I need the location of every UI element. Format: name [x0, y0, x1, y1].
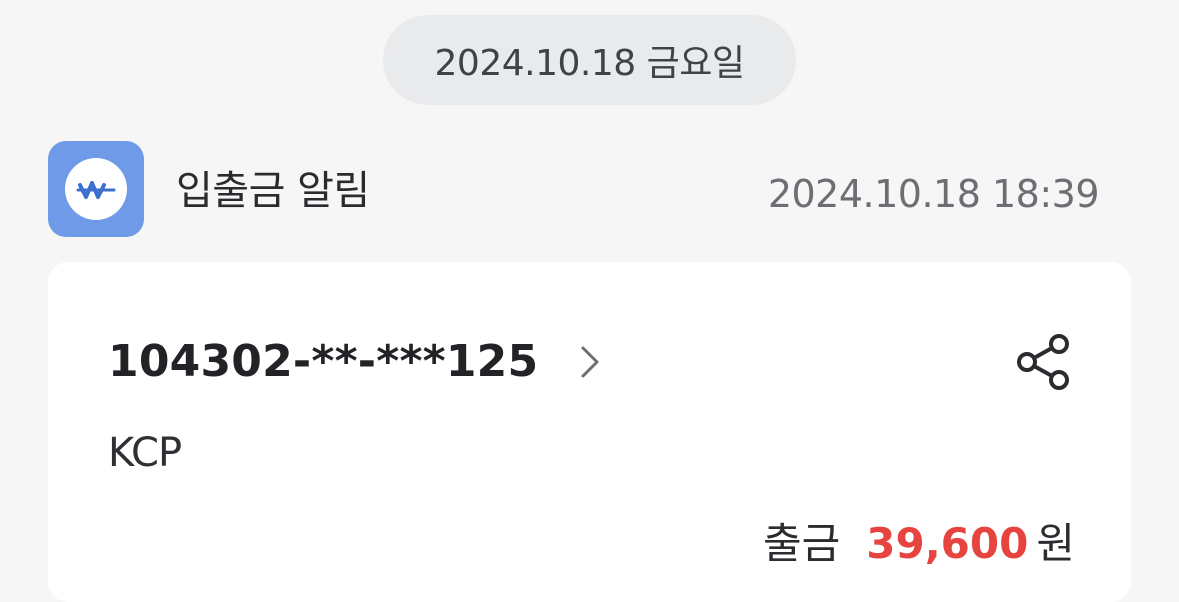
sender-avatar[interactable] — [48, 141, 144, 237]
message-timestamp: 2024.10.18 18:39 — [767, 172, 1100, 216]
notification-card[interactable]: 104302-**-***125 KCP 출금 39,600 원 — [48, 262, 1131, 602]
share-icon[interactable] — [1013, 332, 1073, 392]
account-link[interactable]: 104302-**-***125 — [108, 336, 604, 387]
date-separator: 2024.10.18 금요일 — [383, 15, 796, 105]
account-number: 104302-**-***125 — [108, 336, 539, 387]
transaction-type: 출금 — [763, 519, 841, 568]
amount-row: 출금 39,600 원 — [763, 510, 1075, 571]
won-sign-icon — [65, 158, 127, 220]
currency-unit: 원 — [1036, 519, 1075, 568]
chevron-right-icon[interactable] — [578, 342, 604, 382]
date-separator-label: 2024.10.18 금요일 — [434, 43, 745, 84]
transaction-amount: 39,600 — [866, 519, 1029, 568]
sender-name: 입출금 알림 — [176, 168, 370, 214]
merchant-name: KCP — [108, 430, 182, 476]
